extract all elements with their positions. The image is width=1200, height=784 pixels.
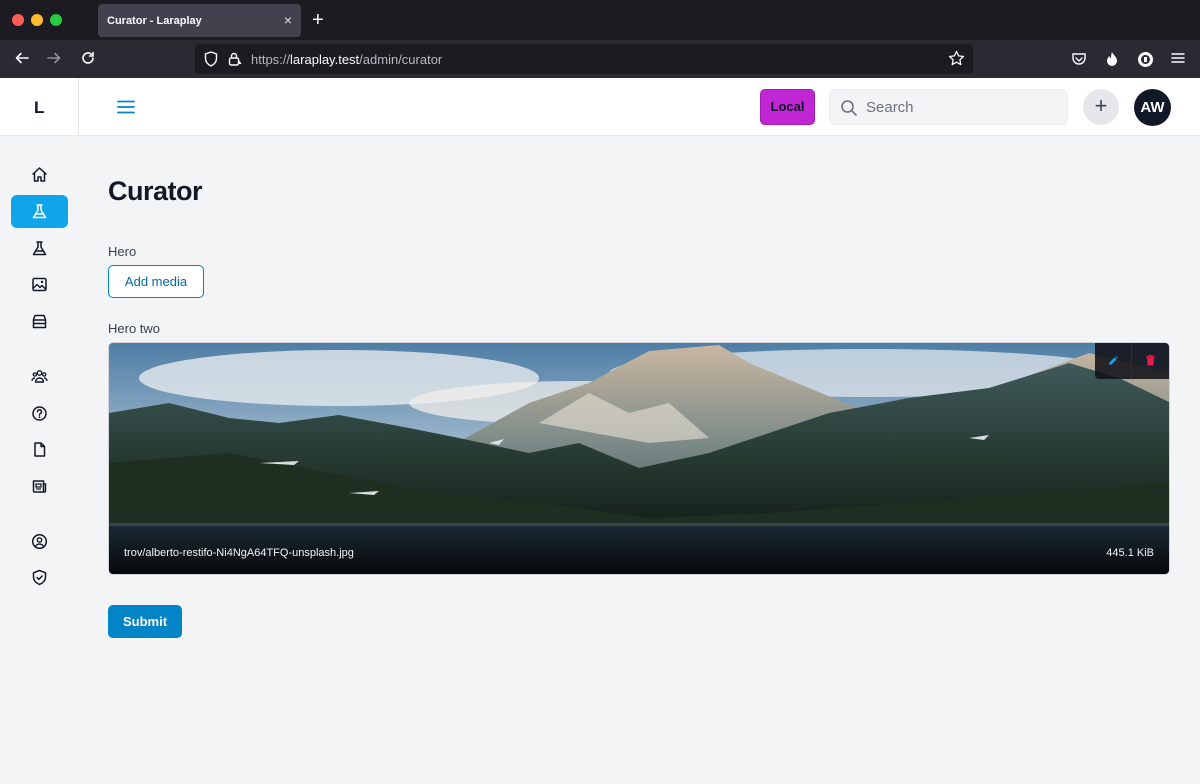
brand-letter: L [34,98,45,117]
tab-close-button[interactable]: × [284,13,292,27]
question-circle-icon [32,406,47,421]
sidebar-item-dashboard[interactable] [11,158,68,191]
brand-logo[interactable]: L [0,78,79,135]
document-icon [34,442,46,457]
page-title: Curator [108,176,203,206]
submit-button[interactable]: Submit [108,605,182,638]
environment-badge: Local [760,89,815,125]
global-search[interactable] [829,89,1068,125]
create-button[interactable]: + [1083,89,1119,125]
search-icon [841,100,857,116]
hamburger-menu-icon[interactable] [116,97,136,117]
delete-media-button[interactable] [1132,343,1169,379]
sidebar-item-faq[interactable] [11,397,68,430]
url-bar[interactable]: https://laraplay.test/admin/curator [195,44,973,74]
pencil-icon [1109,356,1118,365]
flame-icon[interactable] [1105,51,1119,67]
home-icon [32,167,47,182]
photo-icon [32,277,47,292]
maximize-window-button[interactable] [50,14,62,26]
arrow-left-icon [15,52,29,64]
browser-titlebar: Curator - Laraplay × + [0,0,1200,40]
hero-field-label: Hero [108,244,137,259]
new-tab-button[interactable]: + [312,10,324,30]
media-file-size: 445.1 KiB [1106,547,1154,559]
newspaper-icon [32,480,47,493]
app-header: L Local + AW [0,78,1200,136]
add-media-button[interactable]: Add media [108,265,204,298]
reload-button[interactable] [80,50,96,71]
sidebar-item-security[interactable] [11,561,68,594]
close-window-button[interactable] [12,14,24,26]
hero-two-field-label: Hero two [108,321,161,336]
sidebar-item-posts[interactable] [11,470,68,503]
forward-button[interactable] [46,50,62,71]
browser-tab[interactable]: Curator - Laraplay × [98,4,301,37]
user-avatar[interactable]: AW [1134,89,1171,126]
archive-icon [32,314,47,329]
trash-icon [1146,355,1155,366]
back-button[interactable] [14,50,30,71]
browser-navbar: https://laraplay.test/admin/curator [0,40,1200,78]
media-preview-card: trov/alberto-restifo-Ni4NgA64TFQ-unsplas… [108,342,1170,575]
minimize-window-button[interactable] [31,14,43,26]
search-input[interactable] [866,90,1061,124]
plus-icon: + [1094,93,1108,118]
reload-icon [82,51,94,64]
lock-icon[interactable] [227,51,243,67]
sidebar-item-pages[interactable] [11,433,68,466]
sidebar-item-curator[interactable] [11,195,68,228]
media-thumbnail [109,343,1169,574]
beaker-icon [32,241,47,256]
user-group-icon [31,370,48,383]
pocket-icon[interactable] [1071,51,1087,67]
sidebar-item-lab[interactable] [11,232,68,265]
extension-icon[interactable] [1137,51,1154,68]
user-circle-icon [31,533,48,550]
media-file-name: trov/alberto-restifo-Ni4NgA64TFQ-unsplas… [124,547,354,559]
url-text[interactable]: https://laraplay.test/admin/curator [251,52,442,67]
edit-media-button[interactable] [1095,343,1132,379]
browser-menu-icon[interactable] [1171,51,1185,65]
sidebar-item-profile[interactable] [11,525,68,558]
bookmark-star-icon[interactable] [948,50,965,67]
media-actions [1095,343,1169,379]
tab-title: Curator - Laraplay [107,15,202,27]
shield-check-icon [32,569,47,586]
sidebar-item-users[interactable] [11,360,68,393]
sidebar-item-archive[interactable] [11,305,68,338]
beaker-icon [32,204,47,219]
arrow-right-icon [47,52,61,64]
sidebar-item-media[interactable] [11,268,68,301]
tracking-shield-icon[interactable] [204,51,218,67]
